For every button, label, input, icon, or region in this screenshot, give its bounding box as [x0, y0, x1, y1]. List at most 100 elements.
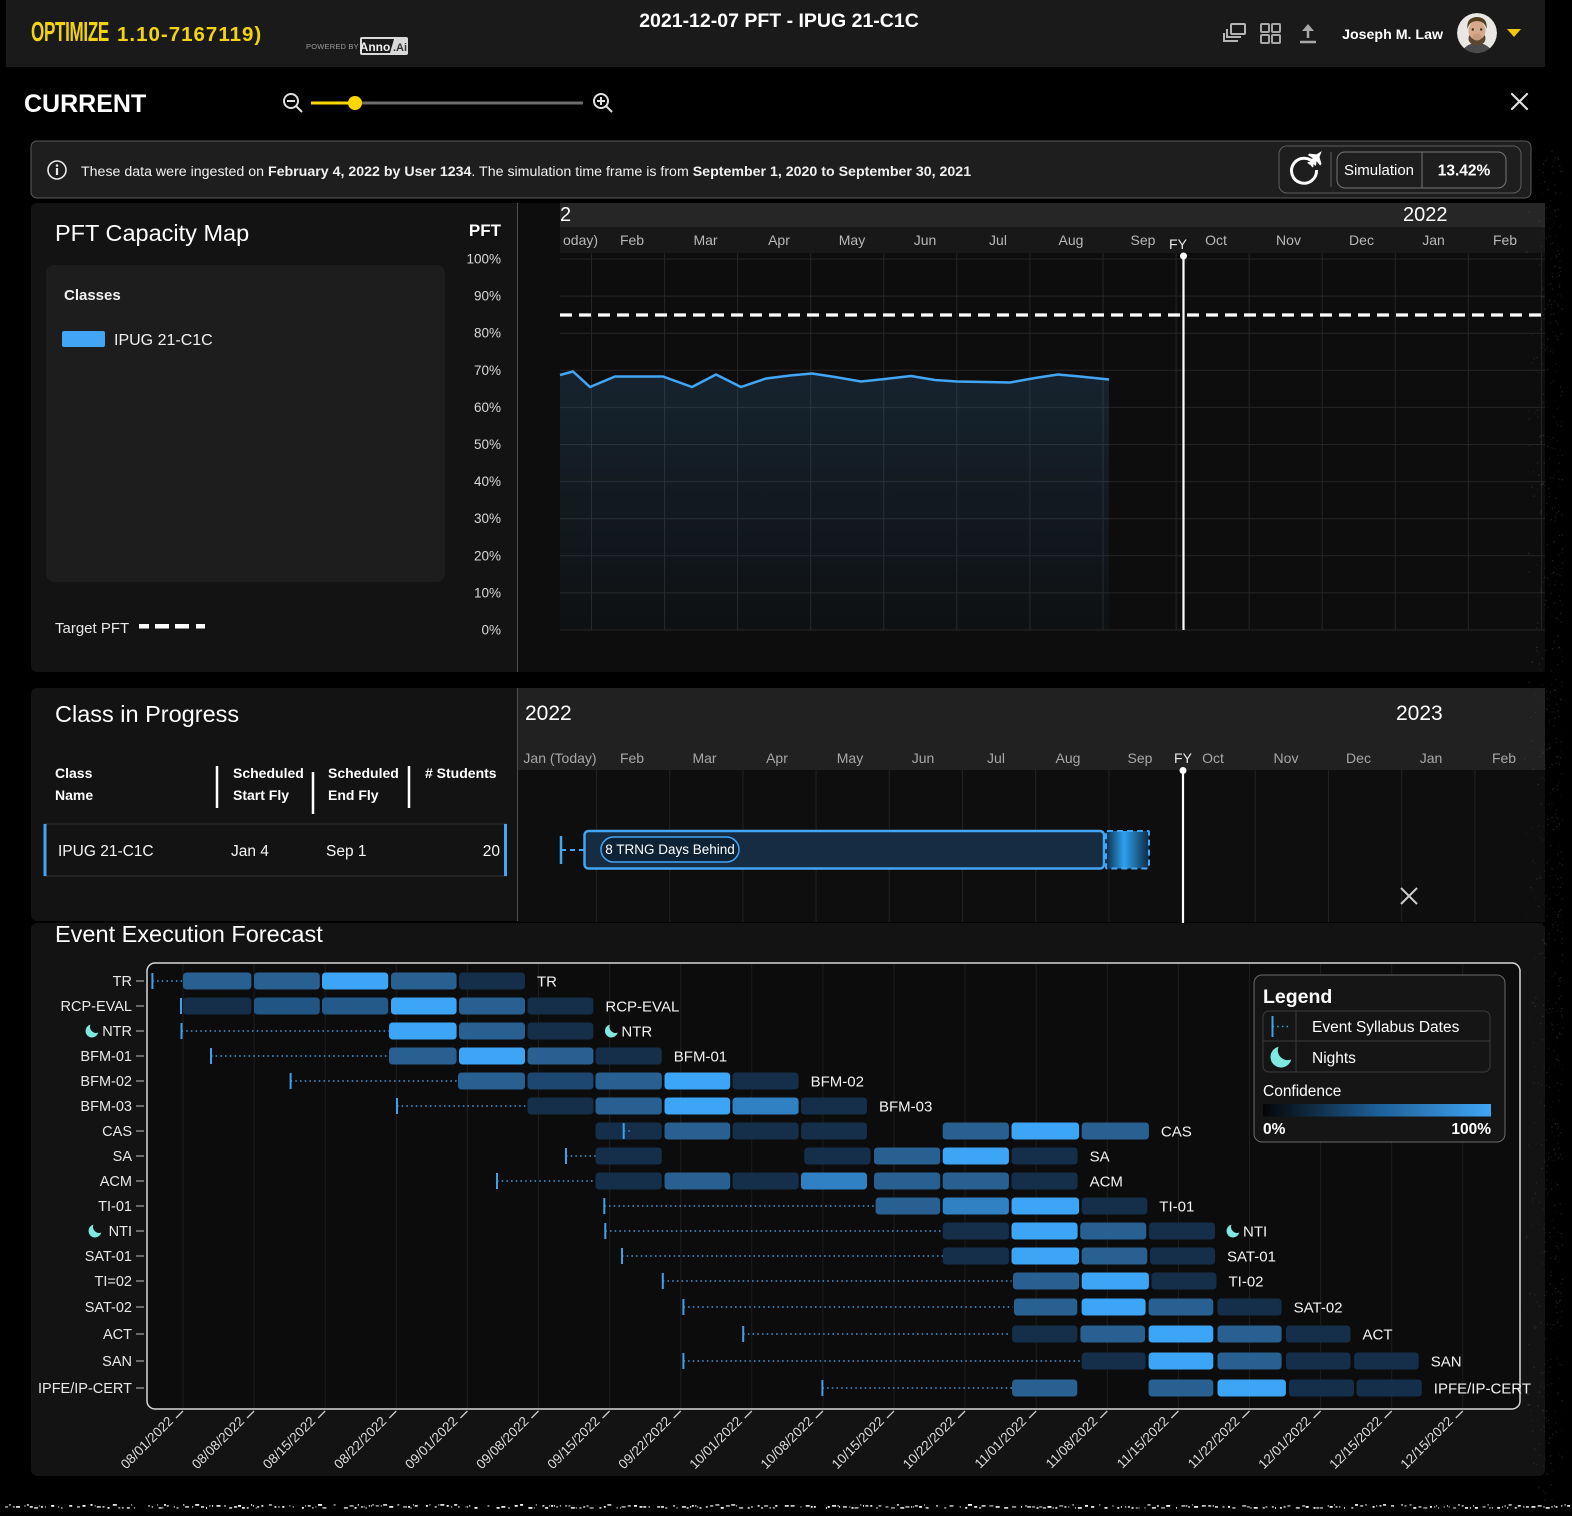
svg-text:PFT Capacity Map: PFT Capacity Map	[55, 220, 249, 246]
svg-text:SAT-01: SAT-01	[85, 1249, 132, 1265]
svg-text:Jul: Jul	[989, 232, 1007, 248]
svg-text:1.10-7167119): 1.10-7167119)	[117, 23, 262, 46]
svg-text:10%: 10%	[474, 585, 501, 600]
svg-text:Joseph M. Law: Joseph M. Law	[1342, 27, 1444, 43]
svg-text:BFM-01: BFM-01	[80, 1049, 132, 1065]
svg-text:2: 2	[560, 204, 571, 226]
svg-text:NTR: NTR	[102, 1024, 132, 1040]
svg-text:May: May	[839, 232, 865, 248]
svg-text:SAT-01: SAT-01	[1227, 1249, 1276, 1266]
svg-text:2022: 2022	[1403, 204, 1448, 226]
svg-text:Apr: Apr	[766, 750, 788, 766]
svg-text:Feb: Feb	[1492, 750, 1516, 766]
svg-text:SAT-02: SAT-02	[85, 1300, 132, 1316]
svg-text:RCP-EVAL: RCP-EVAL	[61, 999, 132, 1015]
svg-text:IPUG 21-C1C: IPUG 21-C1C	[58, 843, 154, 860]
svg-text:Event Execution Forecast: Event Execution Forecast	[55, 921, 323, 947]
svg-text:SAN: SAN	[1431, 1354, 1462, 1371]
svg-text:NTI: NTI	[1243, 1224, 1267, 1241]
svg-text:These data were ingested on Fe: These data were ingested on February 4, …	[81, 164, 971, 180]
svg-text:Scheduled: Scheduled	[233, 765, 304, 781]
svg-text:RCP-EVAL: RCP-EVAL	[605, 999, 679, 1016]
svg-text:CAS: CAS	[102, 1124, 132, 1140]
svg-text:BFM-03: BFM-03	[80, 1099, 132, 1115]
svg-text:Apr: Apr	[768, 232, 790, 248]
svg-text:Class in Progress: Class in Progress	[55, 701, 239, 727]
svg-text:80%: 80%	[474, 326, 501, 341]
svg-text:ACT: ACT	[103, 1327, 132, 1343]
svg-text:Legend: Legend	[1263, 986, 1332, 1008]
svg-text:70%: 70%	[474, 363, 501, 378]
svg-text:Confidence: Confidence	[1263, 1083, 1341, 1100]
svg-text:BFM-02: BFM-02	[811, 1074, 864, 1091]
svg-text:Feb: Feb	[1493, 232, 1517, 248]
svg-text:SA: SA	[1090, 1149, 1110, 1166]
svg-text:TR: TR	[113, 974, 132, 990]
svg-text:Start Fly: Start Fly	[233, 787, 289, 803]
svg-text:Nights: Nights	[1312, 1050, 1356, 1067]
svg-text:SAT-02: SAT-02	[1294, 1300, 1343, 1317]
svg-text:Name: Name	[55, 787, 93, 803]
svg-text:40%: 40%	[474, 474, 501, 489]
svg-text:oday): oday)	[563, 232, 598, 248]
svg-text:# Students: # Students	[425, 765, 497, 781]
svg-text:CURRENT: CURRENT	[24, 90, 146, 118]
svg-text:May: May	[837, 750, 863, 766]
svg-text:Feb: Feb	[620, 750, 644, 766]
svg-text:100%: 100%	[466, 252, 501, 267]
svg-text:POWERED BY: POWERED BY	[306, 42, 359, 51]
svg-text:Oct: Oct	[1202, 750, 1224, 766]
svg-text:ACM: ACM	[100, 1174, 132, 1190]
svg-text:20: 20	[483, 843, 501, 860]
svg-text:60%: 60%	[474, 400, 501, 415]
svg-text:Aug: Aug	[1056, 750, 1081, 766]
svg-text:2021-12-07 PFT - IPUG 21-C1C: 2021-12-07 PFT - IPUG 21-C1C	[639, 10, 919, 32]
svg-text:Nov: Nov	[1274, 750, 1299, 766]
svg-text:ACM: ACM	[1090, 1174, 1123, 1191]
svg-text:2023: 2023	[1396, 702, 1443, 725]
svg-text:IPFE/IP-CERT: IPFE/IP-CERT	[1434, 1381, 1531, 1398]
svg-text:30%: 30%	[474, 511, 501, 526]
svg-text:Jan: Jan	[1420, 750, 1443, 766]
svg-text:BFM-02: BFM-02	[80, 1074, 132, 1090]
svg-text:TI=02: TI=02	[95, 1274, 132, 1290]
svg-text:PFT: PFT	[469, 221, 502, 240]
svg-text:FY: FY	[1169, 236, 1188, 252]
svg-text:SA: SA	[113, 1149, 133, 1165]
svg-text:TR: TR	[537, 974, 557, 991]
svg-text:Oct: Oct	[1205, 232, 1227, 248]
svg-text:Sep: Sep	[1131, 232, 1156, 248]
svg-text:Class: Class	[55, 765, 93, 781]
svg-text:Anno: Anno	[360, 40, 391, 54]
svg-text:TI-01: TI-01	[98, 1199, 132, 1215]
svg-text:100%: 100%	[1451, 1121, 1491, 1138]
svg-text:End Fly: End Fly	[328, 787, 379, 803]
svg-text:NTI: NTI	[109, 1224, 132, 1240]
svg-text:BFM-03: BFM-03	[879, 1099, 932, 1116]
svg-text:NTR: NTR	[621, 1024, 652, 1041]
svg-text:IPFE/IP-CERT: IPFE/IP-CERT	[38, 1381, 132, 1397]
svg-text:Mar: Mar	[693, 232, 717, 248]
svg-text:Jan: Jan	[1422, 232, 1445, 248]
svg-text:8 TRNG Days Behind: 8 TRNG Days Behind	[605, 842, 735, 857]
svg-text:IPUG 21-C1C: IPUG 21-C1C	[114, 332, 213, 349]
svg-text:CAS: CAS	[1161, 1124, 1192, 1141]
svg-text:TI-01: TI-01	[1159, 1199, 1194, 1216]
svg-text:Mar: Mar	[692, 750, 716, 766]
svg-text:Jul: Jul	[987, 750, 1005, 766]
svg-text:TI-02: TI-02	[1229, 1274, 1264, 1291]
svg-text:Sep: Sep	[1128, 750, 1153, 766]
svg-text:Target PFT: Target PFT	[55, 620, 129, 637]
svg-text:2022: 2022	[525, 702, 572, 725]
svg-text:Jan 4: Jan 4	[231, 843, 269, 860]
svg-text:13.42%: 13.42%	[1438, 162, 1491, 179]
svg-text:Classes: Classes	[64, 287, 121, 304]
svg-text:0%: 0%	[1263, 1121, 1286, 1138]
svg-text:Aug: Aug	[1059, 232, 1084, 248]
svg-text:Sep 1: Sep 1	[326, 843, 367, 860]
svg-text:Nov: Nov	[1276, 232, 1301, 248]
svg-text:Dec: Dec	[1346, 750, 1371, 766]
svg-text:.Ai: .Ai	[393, 42, 407, 54]
svg-text:50%: 50%	[474, 437, 501, 452]
svg-text:ACT: ACT	[1363, 1327, 1393, 1344]
